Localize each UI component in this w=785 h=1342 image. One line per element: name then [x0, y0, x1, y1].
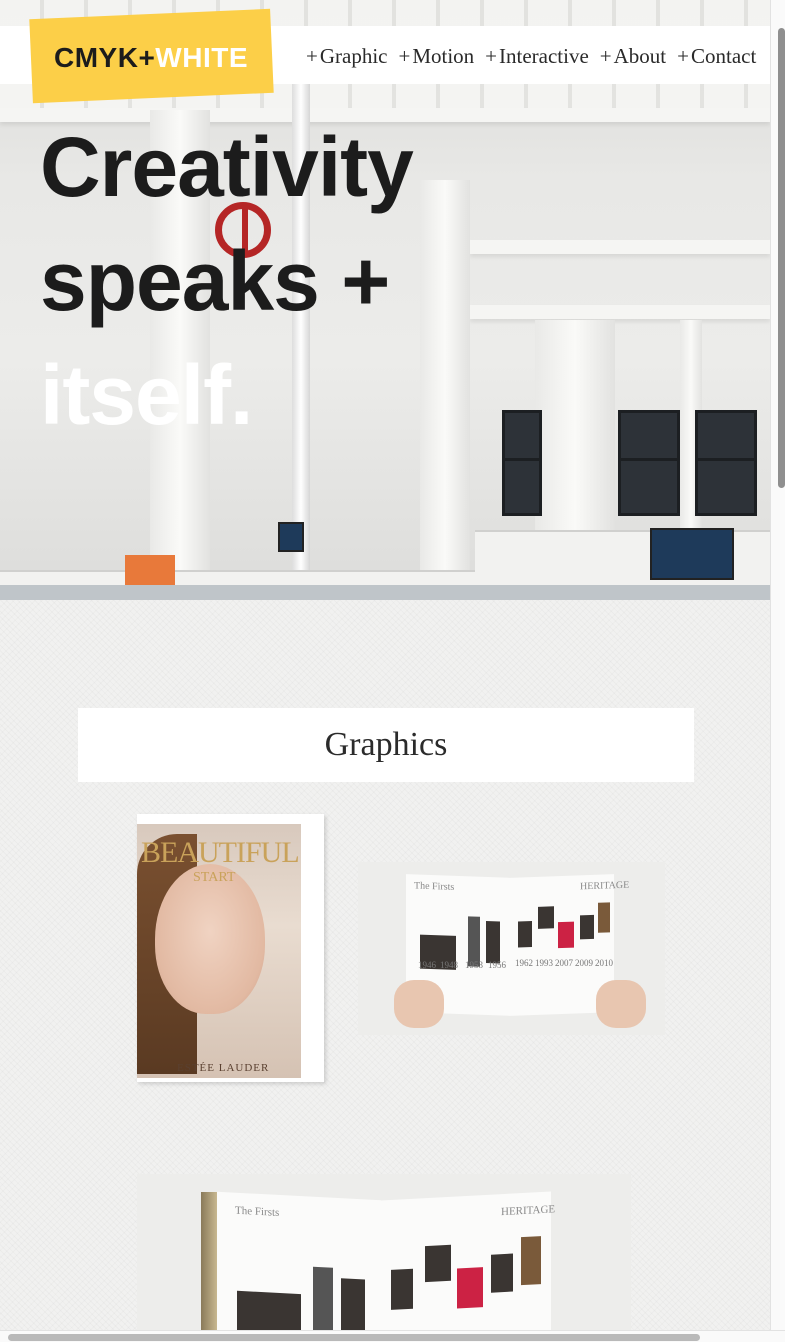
office-window — [618, 410, 680, 516]
computer-monitor — [650, 528, 734, 580]
estee-lauder-book-cover[interactable]: BEAUTIFUL START ESTÉE LAUDER — [137, 814, 324, 1082]
nav-label: Contact — [690, 44, 757, 68]
spread-photo — [518, 921, 532, 948]
nav-about[interactable]: +About — [600, 44, 666, 69]
graphics-section: Graphics BEAUTIFUL START ESTÉE LAUDER Th… — [0, 600, 770, 1330]
spread-photo — [457, 1267, 483, 1309]
hero-line-1: Creativity — [40, 120, 414, 214]
section-header: Graphics — [78, 708, 694, 782]
spread-photo — [521, 1236, 541, 1286]
hero-line-2: speaks + — [40, 234, 390, 328]
ceiling-beam — [470, 240, 770, 254]
cover-brand: ESTÉE LAUDER — [177, 1062, 270, 1074]
logo-wordmark[interactable]: CMYK+WHITE — [54, 42, 248, 74]
spread-photo — [598, 902, 610, 933]
cover-artwork: BEAUTIFUL START ESTÉE LAUDER — [137, 824, 301, 1078]
hand-left — [394, 980, 444, 1028]
nav-label: Graphic — [319, 44, 388, 68]
spread-photo — [313, 1266, 333, 1330]
nav-label: Interactive — [499, 44, 589, 68]
timeline-year: 1993 — [535, 958, 553, 968]
spread-photo — [580, 914, 594, 940]
vertical-scroll-thumb[interactable] — [778, 28, 785, 488]
heritage-book-spread-large[interactable]: The Firsts HERITAGE — [137, 1174, 631, 1330]
horizontal-scroll-thumb[interactable] — [8, 1334, 700, 1341]
plus-icon: + — [599, 44, 612, 68]
office-column — [420, 180, 470, 600]
spread-right-heading: HERITAGE — [501, 1203, 556, 1219]
timeline-year: 1956 — [488, 960, 506, 970]
spread-photo — [558, 921, 574, 949]
ceiling-beam — [470, 305, 770, 319]
nav-motion[interactable]: +Motion — [398, 44, 474, 69]
spread-photo — [486, 920, 500, 964]
timeline-year: 2010 — [595, 958, 613, 968]
office-floor — [0, 585, 770, 600]
book-spine — [201, 1192, 217, 1330]
computer-monitor — [278, 522, 304, 552]
spread-left-page: The Firsts — [217, 1191, 381, 1330]
spread-photo — [341, 1278, 365, 1330]
nav-interactive[interactable]: +Interactive — [485, 44, 589, 69]
spread-right-heading: HERITAGE — [580, 879, 630, 893]
hero-line-3: itself. — [40, 348, 253, 442]
plus-icon: + — [677, 44, 689, 68]
nav-graphic[interactable]: +Graphic — [306, 44, 387, 69]
page-viewport: Creativity speaks + itself. CMYK+WHITE +… — [0, 0, 770, 1330]
nav-label: Motion — [412, 44, 475, 68]
timeline-year: 2007 — [555, 958, 573, 968]
cover-subtitle: START — [193, 870, 236, 885]
office-window — [695, 410, 757, 516]
spread-left-heading: The Firsts — [414, 880, 455, 893]
plus-icon: + — [306, 44, 318, 68]
logo-white-text: WHITE — [155, 42, 249, 73]
spread-photo — [538, 906, 554, 929]
hero-headline: Creativity speaks + itself. — [40, 110, 414, 452]
office-window — [502, 410, 542, 516]
logo-cmyk-text: CMYK+ — [54, 42, 156, 73]
spread-left-heading: The Firsts — [235, 1204, 280, 1219]
spread-right-page: HERITAGE — [381, 1191, 555, 1330]
nav-label: About — [613, 44, 667, 68]
timeline-year: 1948 — [440, 960, 458, 970]
timeline-year: 2009 — [575, 958, 593, 968]
spread-photo — [425, 1244, 451, 1283]
heritage-book-spread[interactable]: The Firsts HERITAGE 1946 1948 1953 1956 … — [358, 862, 665, 1035]
plus-icon: + — [398, 44, 411, 68]
timeline-year: 1946 — [418, 960, 436, 970]
spread-photo — [391, 1268, 413, 1310]
timeline-year: 1962 — [515, 958, 533, 968]
spread-photo — [491, 1253, 513, 1293]
cover-title: BEAUTIFUL — [141, 836, 300, 869]
spread-photo — [237, 1290, 301, 1330]
main-nav: +Graphic +Motion +Interactive +About +Co… — [306, 44, 756, 69]
section-title: Graphics — [324, 726, 448, 763]
cover-face — [155, 864, 265, 1014]
nav-contact[interactable]: +Contact — [677, 44, 756, 69]
timeline-year: 1953 — [465, 960, 483, 970]
hand-right — [596, 980, 646, 1028]
plus-icon: + — [485, 44, 498, 68]
